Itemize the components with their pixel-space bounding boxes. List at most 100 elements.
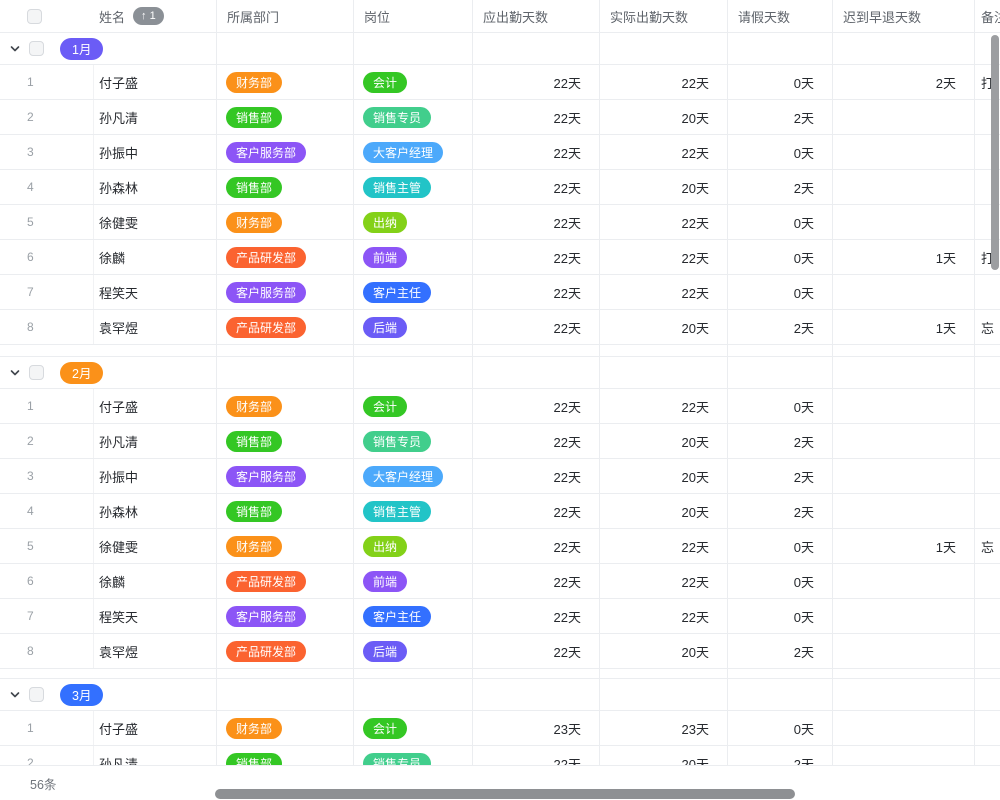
- expected-days-cell[interactable]: 22天: [473, 529, 600, 563]
- dept-cell[interactable]: 财务部: [217, 389, 354, 423]
- column-header-remark[interactable]: 备注: [975, 0, 1000, 32]
- dept-cell[interactable]: 销售部: [217, 100, 354, 134]
- late-days-cell[interactable]: 1天: [833, 240, 975, 274]
- horizontal-scrollbar[interactable]: [215, 789, 795, 799]
- dept-cell[interactable]: 销售部: [217, 424, 354, 458]
- role-cell[interactable]: 销售专员: [354, 746, 473, 765]
- leave-days-cell[interactable]: 0天: [728, 599, 833, 633]
- expected-days-cell[interactable]: 22天: [473, 100, 600, 134]
- actual-days-cell[interactable]: 22天: [600, 205, 728, 239]
- remark-cell[interactable]: [975, 494, 1000, 528]
- role-cell[interactable]: 出纳: [354, 205, 473, 239]
- expected-days-cell[interactable]: 23天: [473, 711, 600, 745]
- actual-days-cell[interactable]: 22天: [600, 275, 728, 309]
- role-cell[interactable]: 销售专员: [354, 424, 473, 458]
- leave-days-cell[interactable]: 0天: [728, 65, 833, 99]
- actual-days-cell[interactable]: 22天: [600, 564, 728, 598]
- expected-days-cell[interactable]: 22天: [473, 65, 600, 99]
- leave-days-cell[interactable]: 0天: [728, 711, 833, 745]
- expected-days-cell[interactable]: 22天: [473, 424, 600, 458]
- name-cell[interactable]: 孙凡清: [94, 746, 217, 765]
- actual-days-cell[interactable]: 20天: [600, 100, 728, 134]
- expected-days-cell[interactable]: 22天: [473, 494, 600, 528]
- actual-days-cell[interactable]: 20天: [600, 170, 728, 204]
- column-header-late-days[interactable]: 迟到早退天数: [833, 0, 975, 32]
- late-days-cell[interactable]: [833, 135, 975, 169]
- actual-days-cell[interactable]: 20天: [600, 424, 728, 458]
- select-all-checkbox[interactable]: [27, 9, 42, 24]
- row-number-cell[interactable]: 2: [0, 100, 94, 134]
- chevron-down-icon[interactable]: [9, 367, 21, 379]
- remark-cell[interactable]: [975, 389, 1000, 423]
- name-cell[interactable]: 袁罕煜: [94, 634, 217, 668]
- leave-days-cell[interactable]: 0天: [728, 564, 833, 598]
- expected-days-cell[interactable]: 22天: [473, 459, 600, 493]
- dept-cell[interactable]: 财务部: [217, 529, 354, 563]
- late-days-cell[interactable]: [833, 205, 975, 239]
- leave-days-cell[interactable]: 2天: [728, 100, 833, 134]
- leave-days-cell[interactable]: 2天: [728, 170, 833, 204]
- leave-days-cell[interactable]: 2天: [728, 310, 833, 344]
- row-number-cell[interactable]: 2: [0, 746, 94, 765]
- column-header-name[interactable]: 姓名 ↑ 1: [94, 0, 217, 32]
- late-days-cell[interactable]: [833, 711, 975, 745]
- late-days-cell[interactable]: [833, 459, 975, 493]
- name-cell[interactable]: 孙凡清: [94, 424, 217, 458]
- column-header-actual-days[interactable]: 实际出勤天数: [600, 0, 728, 32]
- expected-days-cell[interactable]: 22天: [473, 564, 600, 598]
- dept-cell[interactable]: 客户服务部: [217, 135, 354, 169]
- role-cell[interactable]: 客户主任: [354, 599, 473, 633]
- actual-days-cell[interactable]: 20天: [600, 494, 728, 528]
- row-number-cell[interactable]: 7: [0, 599, 94, 633]
- late-days-cell[interactable]: [833, 389, 975, 423]
- remark-cell[interactable]: 忘: [975, 529, 1000, 563]
- late-days-cell[interactable]: 1天: [833, 529, 975, 563]
- row-number-cell[interactable]: 6: [0, 564, 94, 598]
- dept-cell[interactable]: 财务部: [217, 65, 354, 99]
- chevron-down-icon[interactable]: [9, 43, 21, 55]
- group-checkbox[interactable]: [29, 365, 44, 380]
- column-header-leave-days[interactable]: 请假天数: [728, 0, 833, 32]
- role-cell[interactable]: 会计: [354, 65, 473, 99]
- expected-days-cell[interactable]: 22天: [473, 389, 600, 423]
- actual-days-cell[interactable]: 23天: [600, 711, 728, 745]
- dept-cell[interactable]: 客户服务部: [217, 599, 354, 633]
- role-cell[interactable]: 销售主管: [354, 170, 473, 204]
- name-cell[interactable]: 徐健雯: [94, 529, 217, 563]
- late-days-cell[interactable]: [833, 170, 975, 204]
- remark-cell[interactable]: [975, 459, 1000, 493]
- name-cell[interactable]: 付子盛: [94, 389, 217, 423]
- role-cell[interactable]: 大客户经理: [354, 135, 473, 169]
- name-cell[interactable]: 孙凡清: [94, 100, 217, 134]
- expected-days-cell[interactable]: 22天: [473, 310, 600, 344]
- actual-days-cell[interactable]: 22天: [600, 529, 728, 563]
- expected-days-cell[interactable]: 22天: [473, 170, 600, 204]
- remark-cell[interactable]: 忘: [975, 310, 1000, 344]
- name-cell[interactable]: 付子盛: [94, 65, 217, 99]
- name-cell[interactable]: 孙振中: [94, 459, 217, 493]
- leave-days-cell[interactable]: 0天: [728, 240, 833, 274]
- actual-days-cell[interactable]: 22天: [600, 65, 728, 99]
- dept-cell[interactable]: 客户服务部: [217, 275, 354, 309]
- late-days-cell[interactable]: [833, 746, 975, 765]
- late-days-cell[interactable]: [833, 564, 975, 598]
- dept-cell[interactable]: 财务部: [217, 205, 354, 239]
- actual-days-cell[interactable]: 20天: [600, 634, 728, 668]
- expected-days-cell[interactable]: 22天: [473, 275, 600, 309]
- sort-badge[interactable]: ↑ 1: [133, 7, 164, 25]
- role-cell[interactable]: 后端: [354, 310, 473, 344]
- row-number-cell[interactable]: 4: [0, 494, 94, 528]
- dept-cell[interactable]: 产品研发部: [217, 310, 354, 344]
- late-days-cell[interactable]: 2天: [833, 65, 975, 99]
- column-header-position[interactable]: 岗位: [354, 0, 473, 32]
- name-cell[interactable]: 徐健雯: [94, 205, 217, 239]
- row-number-cell[interactable]: 2: [0, 424, 94, 458]
- leave-days-cell[interactable]: 2天: [728, 746, 833, 765]
- chevron-down-icon[interactable]: [9, 689, 21, 701]
- remark-cell[interactable]: [975, 746, 1000, 765]
- role-cell[interactable]: 销售专员: [354, 100, 473, 134]
- column-header-department[interactable]: 所属部门: [217, 0, 354, 32]
- dept-cell[interactable]: 销售部: [217, 170, 354, 204]
- name-cell[interactable]: 付子盛: [94, 711, 217, 745]
- actual-days-cell[interactable]: 20天: [600, 310, 728, 344]
